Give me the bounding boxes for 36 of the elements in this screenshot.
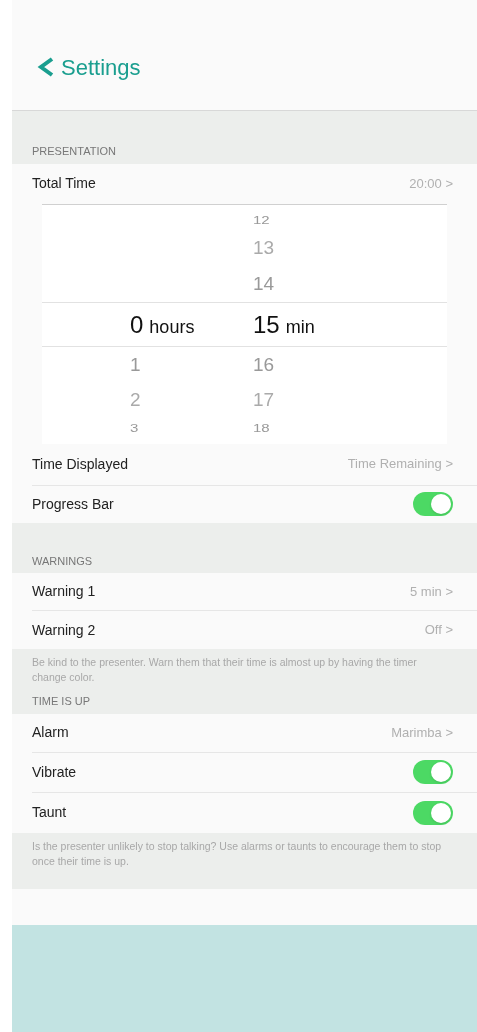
row-label: Warning 1: [32, 582, 96, 601]
picker-unit: hours: [149, 315, 195, 339]
picker-value[interactable]: 15: [253, 306, 280, 343]
row-value[interactable]: 5 min >: [410, 581, 453, 602]
row-value[interactable]: Off >: [424, 620, 453, 640]
picker-value[interactable]: 0: [130, 306, 144, 343]
picker-item[interactable]: 2: [130, 386, 141, 415]
back-button[interactable]: Settings: [37, 50, 141, 84]
section-header: PRESENTATION: [31, 144, 117, 159]
picker-item[interactable]: 16: [253, 350, 275, 380]
section-header: TIME IS UP: [31, 694, 92, 709]
picker-item[interactable]: 13: [253, 234, 275, 263]
row-label: Alarm: [32, 723, 69, 742]
picker-item[interactable]: 12: [253, 212, 270, 229]
row-value[interactable]: Time Remaining >: [347, 454, 453, 474]
section-footer: Is the presenter unlikely to stop talking? Use alarms or taunts to encourage them to stop once their time is up.: [12, 832, 477, 889]
section-footer: Be kind to the presenter. Warn them that their time is almost up by having the timer change color.: [12, 649, 477, 685]
picker-item[interactable]: 17: [253, 386, 275, 415]
row-value[interactable]: Marimba >: [391, 722, 453, 743]
picker-item[interactable]: 1: [130, 350, 141, 380]
picker-item[interactable]: 18: [253, 420, 270, 437]
row-label: Taunt: [32, 803, 67, 822]
row-value[interactable]: 20:00 >: [409, 173, 453, 194]
row-label: Warning 2: [32, 620, 96, 640]
row-label: Progress Bar: [32, 494, 114, 514]
toggle-switch[interactable]: [413, 492, 453, 516]
row-label: Vibrate: [32, 762, 77, 782]
toggle-switch[interactable]: [413, 800, 453, 825]
picker-unit: min: [285, 315, 315, 339]
toggle-switch[interactable]: [413, 760, 453, 784]
picker-item[interactable]: 14: [253, 269, 275, 299]
row-label: Total Time: [32, 174, 96, 193]
section-header: WARNINGS: [31, 553, 94, 569]
row-label: Time Displayed: [32, 454, 128, 474]
picker-item[interactable]: 3: [130, 420, 139, 437]
back-chevron-icon: [37, 56, 55, 78]
